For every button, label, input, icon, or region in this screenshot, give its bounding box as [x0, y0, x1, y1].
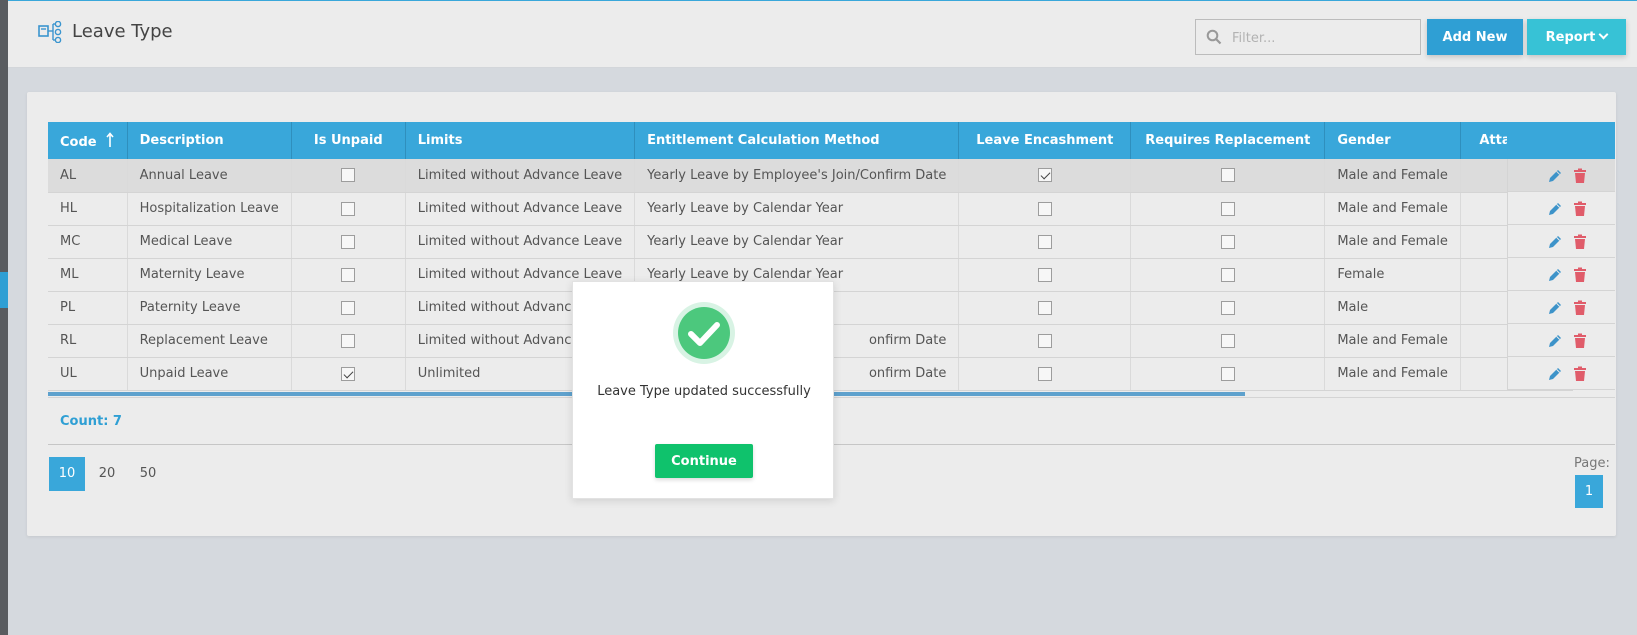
success-dialog: Leave Type updated successfully Continue	[572, 281, 834, 499]
dialog-message: Leave Type updated successfully	[597, 384, 811, 399]
success-check-icon	[673, 302, 735, 364]
continue-button[interactable]: Continue	[655, 444, 753, 478]
